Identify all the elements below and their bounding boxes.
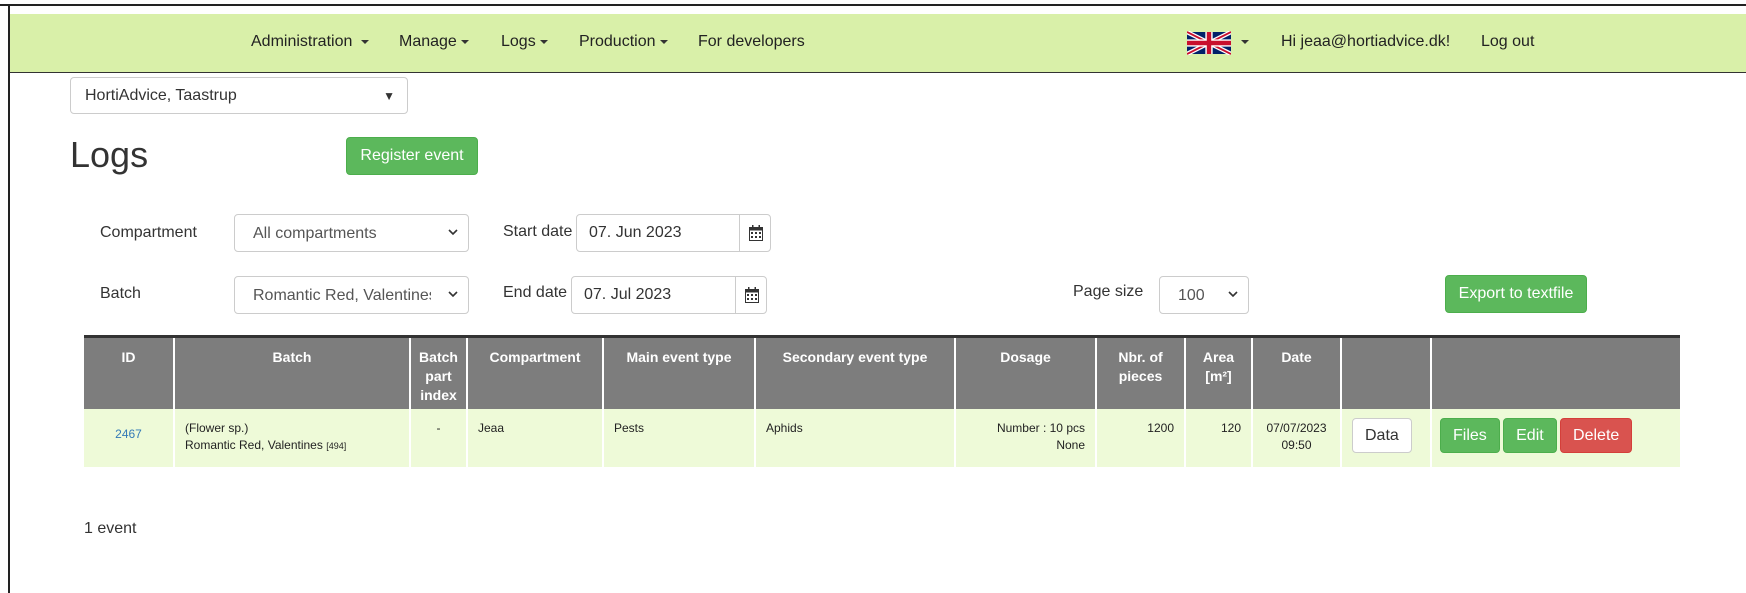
compartment-label: Compartment — [100, 224, 197, 241]
date-day: 07/07/2023 — [1266, 421, 1327, 435]
chevron-down-icon — [460, 39, 469, 44]
batch-select[interactable]: Romantic Red, Valentines — [234, 276, 469, 314]
files-button[interactable]: Files — [1440, 418, 1500, 453]
dropdown-arrow-icon: ▼ — [383, 89, 395, 103]
nav-administration[interactable]: Administration — [251, 33, 369, 51]
nav-administration-label: Administration — [251, 33, 353, 50]
end-date-calendar-button[interactable] — [735, 276, 767, 314]
cell-dosage: Number : 10 pcs None — [954, 409, 1096, 467]
chevron-down-icon — [448, 229, 458, 236]
table-row: 2467 (Flower sp.) Romantic Red, Valentin… — [84, 409, 1680, 467]
batch-label: Batch — [100, 285, 141, 302]
cell-secondary-event: Aphids — [754, 409, 955, 467]
organization-select-value: HortiAdvice, Taastrup — [85, 87, 237, 104]
cell-compartment: Jeaa — [466, 409, 603, 467]
page-size-label: Page size — [1073, 283, 1144, 300]
chevron-down-icon — [360, 39, 369, 44]
dosage-amount: Number : 10 pcs — [996, 421, 1085, 435]
cell-data-action: Data — [1340, 409, 1431, 467]
date-time: 09:50 — [1281, 438, 1312, 452]
column-header-dosage[interactable]: Dosage — [954, 335, 1096, 409]
start-date-calendar-button[interactable] — [739, 214, 771, 252]
nav-manage-label: Manage — [399, 33, 457, 50]
column-header-compartment[interactable]: Compartment — [466, 335, 603, 409]
export-textfile-button[interactable]: Export to textfile — [1445, 275, 1587, 313]
cell-batch: (Flower sp.) Romantic Red, Valentines [4… — [173, 409, 410, 467]
organization-select[interactable]: HortiAdvice, Taastrup ▼ — [70, 77, 408, 114]
chevron-down-icon — [1228, 291, 1238, 298]
event-count: 1 event — [84, 520, 137, 537]
nav-manage[interactable]: Manage — [399, 33, 469, 51]
batch-select-value: Romantic Red, Valentines — [253, 287, 431, 304]
start-date-value: 07. Jun 2023 — [589, 224, 682, 241]
column-header-area[interactable]: Area [m²] — [1184, 335, 1252, 409]
batch-name-line: Romantic Red, Valentines [494] — [185, 437, 399, 455]
column-header-batch-part-index[interactable]: Batch part index — [409, 335, 467, 409]
event-id-link[interactable]: 2467 — [94, 426, 163, 443]
calendar-icon — [749, 225, 763, 241]
cell-row-actions: Files Edit Delete — [1430, 409, 1680, 467]
compartment-select-value: All compartments — [253, 225, 377, 242]
chevron-down-icon — [539, 39, 548, 44]
column-header-date[interactable]: Date — [1251, 335, 1341, 409]
chevron-down-icon — [448, 291, 458, 298]
data-button[interactable]: Data — [1352, 418, 1412, 453]
logout-link[interactable]: Log out — [1481, 33, 1534, 51]
end-date-value: 07. Jul 2023 — [584, 286, 672, 303]
start-date-label: Start date — [503, 223, 573, 240]
column-header-data-actions — [1340, 335, 1431, 409]
cell-date: 07/07/2023 09:50 — [1251, 409, 1341, 467]
cell-id: 2467 — [84, 409, 174, 467]
user-greeting-link[interactable]: Hi jeaa@hortiadvice.dk! — [1281, 33, 1450, 51]
delete-button[interactable]: Delete — [1560, 418, 1633, 453]
batch-name: Romantic Red, Valentines — [185, 438, 323, 452]
cell-area: 120 — [1184, 409, 1252, 467]
logs-table: ID Batch Batch part index Compartment Ma… — [84, 335, 1680, 467]
column-header-main-event-type[interactable]: Main event type — [602, 335, 755, 409]
calendar-icon — [745, 287, 759, 303]
column-header-batch[interactable]: Batch — [173, 335, 410, 409]
batch-species: (Flower sp.) — [185, 421, 249, 435]
register-event-button[interactable]: Register event — [346, 137, 478, 175]
column-header-nbr-of-pieces[interactable]: Nbr. of pieces — [1095, 335, 1185, 409]
page-title: Logs — [70, 134, 149, 175]
page-size-select[interactable]: 100 — [1159, 276, 1249, 314]
nav-production-label: Production — [579, 33, 656, 50]
cell-pieces: 1200 — [1095, 409, 1185, 467]
end-date-label: End date — [503, 284, 568, 301]
page-size-value: 100 — [1178, 287, 1205, 304]
table-header-row: ID Batch Batch part index Compartment Ma… — [84, 335, 1680, 409]
window-top-border — [0, 0, 1746, 6]
window-left-border — [8, 6, 10, 593]
cell-part-index: - — [409, 409, 467, 467]
column-header-secondary-event-type[interactable]: Secondary event type — [754, 335, 955, 409]
chevron-down-icon — [1241, 40, 1249, 44]
nav-for-developers[interactable]: For developers — [698, 33, 805, 51]
batch-code: [494] — [326, 441, 347, 451]
column-header-id[interactable]: ID — [84, 335, 174, 409]
compartment-select[interactable]: All compartments — [234, 214, 469, 252]
cell-main-event: Pests — [602, 409, 755, 467]
nav-production[interactable]: Production — [579, 33, 668, 51]
dosage-unit: None — [1056, 438, 1085, 452]
uk-flag-icon — [1187, 31, 1231, 55]
column-header-row-actions — [1430, 335, 1680, 409]
nav-logs[interactable]: Logs — [501, 33, 548, 51]
chevron-down-icon — [659, 39, 668, 44]
top-navbar: Administration Manage Logs Production Fo… — [10, 14, 1746, 73]
edit-button[interactable]: Edit — [1503, 418, 1557, 453]
nav-logs-label: Logs — [501, 33, 536, 50]
start-date-input[interactable]: 07. Jun 2023 — [576, 214, 740, 252]
end-date-input[interactable]: 07. Jul 2023 — [571, 276, 736, 314]
